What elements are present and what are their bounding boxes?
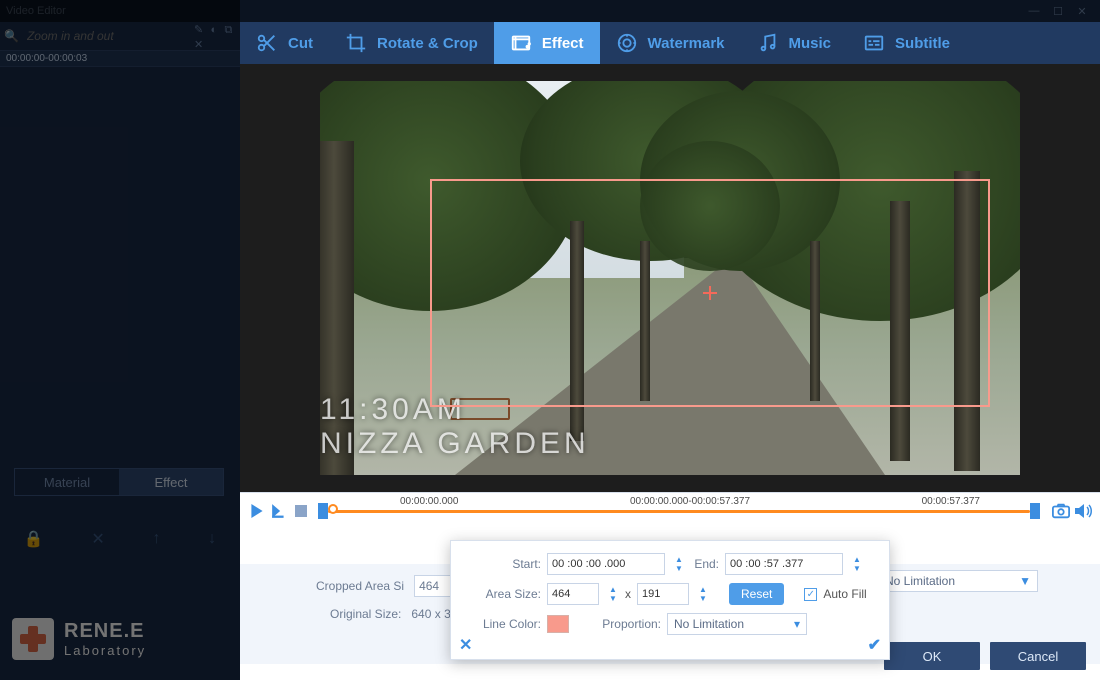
- start-time-input[interactable]: 00 :00 :00 .000: [547, 553, 665, 575]
- area-width-input[interactable]: 464: [547, 583, 599, 605]
- search-icon: 🔍: [4, 29, 19, 43]
- logo-badge-icon: [12, 618, 54, 660]
- x-icon[interactable]: ✕: [192, 39, 205, 51]
- video-preview: 11:30AM NIZZA GARDEN: [240, 64, 1100, 492]
- tab-watermark[interactable]: Watermark: [600, 22, 741, 64]
- up-icon[interactable]: ↑: [152, 530, 160, 548]
- music-icon: [757, 32, 779, 54]
- tab-subtitle[interactable]: Subtitle: [847, 22, 966, 64]
- dialog-buttons: OK Cancel: [884, 642, 1086, 670]
- pencil-icon[interactable]: ✎: [192, 24, 205, 36]
- video-canvas[interactable]: 11:30AM NIZZA GARDEN: [320, 81, 1020, 475]
- crop-icon: [345, 32, 367, 54]
- play-icon[interactable]: [248, 502, 266, 520]
- cancel-button[interactable]: Cancel: [990, 642, 1086, 670]
- time-end: 00:00:57.377: [922, 496, 980, 507]
- area-width-spinner[interactable]: ▲▼: [607, 585, 619, 603]
- search-input[interactable]: [23, 27, 188, 45]
- autofill-label: Auto Fill: [823, 587, 866, 601]
- original-label: Original Size:: [330, 607, 401, 621]
- brand-logo: RENE.E Laboratory: [12, 618, 146, 660]
- in-marker[interactable]: [318, 503, 328, 519]
- subtitle-icon: [863, 32, 885, 54]
- line-color-label: Line Color:: [463, 617, 541, 631]
- proportion-select[interactable]: No Limitation ▾: [667, 613, 807, 635]
- stop-icon[interactable]: [292, 502, 310, 520]
- out-marker[interactable]: [1030, 503, 1040, 519]
- down-icon[interactable]: ↓: [208, 530, 216, 548]
- scissors-icon: [256, 32, 278, 54]
- start-spinner[interactable]: ▲▼: [673, 555, 685, 573]
- delete-icon[interactable]: ✕: [91, 529, 104, 549]
- chevron-down-icon: ▼: [1019, 574, 1031, 588]
- area-height-input[interactable]: 191: [637, 583, 689, 605]
- chevron-down-icon: ▾: [794, 617, 800, 631]
- crop-center-cross-icon: [703, 286, 717, 300]
- popup-confirm-icon[interactable]: ✔: [868, 635, 881, 655]
- logo-text-2: Laboratory: [64, 643, 146, 658]
- left-toolbar: 🔒 ✕ ↑ ↓: [0, 522, 240, 556]
- end-label: End:: [691, 557, 719, 571]
- copy-icon[interactable]: ⧉: [223, 24, 235, 36]
- autofill-checkbox[interactable]: ✓: [804, 588, 817, 601]
- area-size-label: Area Size:: [463, 587, 541, 601]
- tab-music[interactable]: Music: [741, 22, 848, 64]
- x-label: x: [625, 587, 631, 601]
- minimize-icon[interactable]: —: [1022, 3, 1046, 19]
- watermark-icon: [616, 32, 638, 54]
- time-range: 00:00:00.000-00:00:57.377: [630, 496, 750, 507]
- reset-button[interactable]: Reset: [729, 583, 784, 605]
- popup-cancel-icon[interactable]: ✕: [459, 635, 472, 655]
- cropped-label: Cropped Area Si: [316, 579, 404, 593]
- end-spinner[interactable]: ▲▼: [851, 555, 863, 573]
- title-bar: Video Editor — ☐ ✕: [0, 0, 1100, 22]
- tab-cut[interactable]: Cut: [240, 22, 329, 64]
- material-effect-tabs: Material Effect: [14, 468, 224, 496]
- clip-entry[interactable]: 00:00:00-00:00:03: [0, 50, 240, 67]
- snapshot-icon[interactable]: [1052, 502, 1070, 520]
- lock-icon[interactable]: 🔒: [24, 529, 44, 549]
- crop-rectangle[interactable]: [430, 179, 990, 407]
- step-icon[interactable]: [270, 502, 288, 520]
- tab-effect-left[interactable]: Effect: [119, 469, 223, 495]
- timeline-labels: 00:00:00.000 00:00:00.000-00:00:57.377 0…: [320, 496, 1040, 507]
- playhead[interactable]: [328, 504, 338, 514]
- tab-material[interactable]: Material: [15, 469, 119, 495]
- effect-icon: [510, 32, 532, 54]
- tab-effect[interactable]: Effect: [494, 22, 600, 64]
- tab-rotate-crop[interactable]: Rotate & Crop: [329, 22, 494, 64]
- start-label: Start:: [463, 557, 541, 571]
- proportion-label: Proportion:: [599, 617, 661, 631]
- ok-button[interactable]: OK: [884, 642, 980, 670]
- left-panel: 🔍 ✎ ◐ ⧉ ✕ 00:00:00-00:00:03 Material Eff…: [0, 22, 240, 680]
- line-color-swatch[interactable]: [547, 615, 569, 633]
- volume-icon[interactable]: [1074, 502, 1092, 520]
- crop-settings-popup: Start: 00 :00 :00 .000 ▲▼ End: 00 :00 :5…: [450, 540, 890, 660]
- timeline-track[interactable]: [318, 507, 1044, 515]
- eye-icon[interactable]: ◐: [209, 24, 220, 36]
- area-height-spinner[interactable]: ▲▼: [697, 585, 709, 603]
- top-tabs: Cut Rotate & Crop Effect Watermark Music…: [240, 22, 1100, 64]
- app-title: Video Editor: [6, 5, 66, 17]
- close-icon[interactable]: ✕: [1070, 3, 1094, 19]
- time-pos: 00:00:00.000: [400, 496, 458, 507]
- proportion-select-outer[interactable]: No Limitation ▼: [878, 570, 1038, 592]
- logo-text-1: RENE.E: [64, 620, 146, 643]
- end-time-input[interactable]: 00 :00 :57 .377: [725, 553, 843, 575]
- search-tools: ✎ ◐ ⧉ ✕: [192, 22, 236, 51]
- maximize-icon[interactable]: ☐: [1046, 3, 1070, 19]
